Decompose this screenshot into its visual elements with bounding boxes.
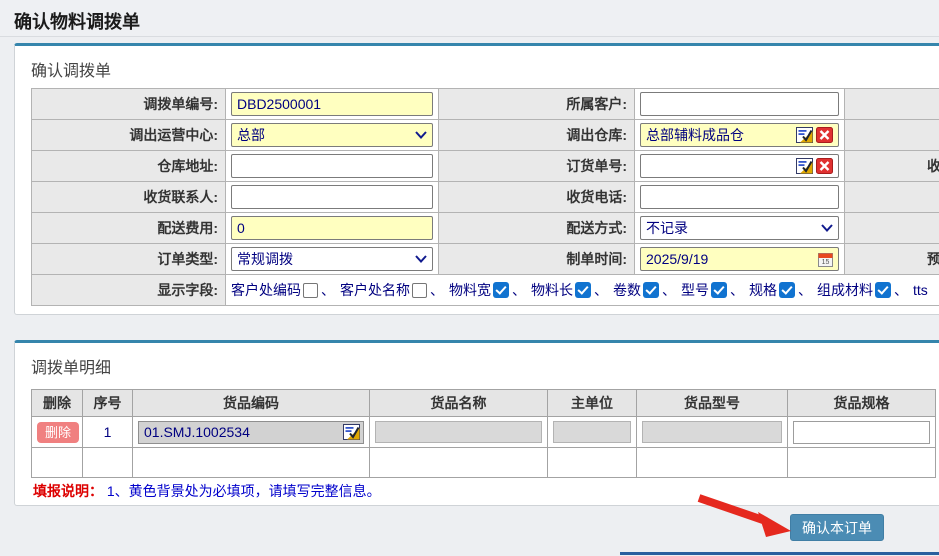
calendar-icon[interactable]: 15 [818,252,833,267]
display-fields-label: 显示字段: [32,275,226,306]
checkbox-material-length[interactable] [575,282,591,298]
col-item-model: 货品型号 [637,390,788,417]
out-warehouse-field[interactable]: 总部辅料成品仓 [640,123,839,147]
checkbox-model[interactable] [711,282,727,298]
detail-section-title: 调拨单明细 [15,343,939,378]
chevron-down-icon [415,131,427,139]
order-type-select[interactable]: 常规调拨 [231,247,433,271]
lookup-icon[interactable] [796,158,813,174]
display-fields-row: 客户处编码、 客户处名称、 物料宽、 物料长、 卷数、 型号、 规格、 组成材料… [231,280,939,300]
customer-label: 所属客户: [439,89,635,120]
lookup-icon[interactable] [343,424,360,440]
page-title: 确认物料调拨单 [0,0,939,34]
create-time-field[interactable]: 2025/9/19 15 [640,247,839,271]
delivery-method-label: 配送方式: [439,213,635,244]
delivery-fee-label: 配送费用: [32,213,226,244]
clipped-checkbox-label: tts [913,282,928,298]
out-center-select[interactable]: 总部 [231,123,433,147]
delete-row-button[interactable]: 删除 [37,422,79,443]
unit-field-disabled [553,421,631,443]
col-item-code: 货品编码 [133,390,370,417]
svg-text:15: 15 [822,259,830,266]
delivery-method-select[interactable]: 不记录 [640,216,839,240]
item-model-field-disabled [642,421,782,443]
customer-input[interactable] [640,92,839,116]
checkbox-roll-count[interactable] [643,282,659,298]
item-spec-input[interactable] [793,421,930,444]
col-delete: 删除 [32,390,83,417]
item-code-field[interactable]: 01.SMJ.1002534 [138,421,364,444]
receiver-phone-label: 收货电话: [439,182,635,213]
checkbox-material-width[interactable] [493,282,509,298]
order-no-input[interactable] [231,92,433,116]
create-time-label: 制单时间: [439,244,635,275]
out-warehouse-label: 调出仓库: [439,120,635,151]
detail-table: 删除 序号 货品编码 货品名称 主单位 货品型号 货品规格 删除 1 01.SM… [31,389,936,478]
detail-row: 删除 1 01.SMJ.1002534 [32,417,936,448]
detail-header-row: 删除 序号 货品编码 货品名称 主单位 货品型号 货品规格 [32,390,936,417]
note-text: 1、黄色背景处为必填项，请填写完整信息。 [107,483,381,499]
chevron-down-icon [415,255,427,263]
col-unit: 主单位 [548,390,637,417]
row-seq: 1 [83,417,133,448]
checkbox-customer-name[interactable] [412,283,427,298]
confirm-order-panel: 确认调拨单 调拨单编号: 所属客户: 调出运营中心: 总部 调出仓库: [14,43,939,315]
confirm-order-button[interactable]: 确认本订单 [790,514,884,541]
order-type-label: 订单类型: [32,244,226,275]
checkbox-spec[interactable] [779,282,795,298]
detail-empty-row [32,448,936,478]
clear-icon[interactable] [816,127,833,143]
clipped-label-expect: 预 [845,244,939,275]
receiver-name-input[interactable] [231,185,433,209]
warehouse-address-input[interactable] [231,154,433,178]
warehouse-address-label: 仓库地址: [32,151,226,182]
confirm-section-title: 确认调拨单 [15,46,939,81]
checkbox-composition[interactable] [875,282,891,298]
order-ref-no-field[interactable] [640,154,839,178]
transfer-detail-panel: 调拨单明细 删除 序号 货品编码 货品名称 主单位 货品型号 货品规格 删除 1… [14,340,939,506]
bottom-divider [620,552,939,555]
chevron-down-icon [821,224,833,232]
receiver-name-label: 收货联系人: [32,182,226,213]
item-name-field-disabled [375,421,542,443]
order-no-label: 调拨单编号: [32,89,226,120]
out-center-label: 调出运营中心: [32,120,226,151]
delivery-fee-input[interactable] [231,216,433,240]
col-item-name: 货品名称 [370,390,548,417]
clear-icon[interactable] [816,158,833,174]
col-item-spec: 货品规格 [788,390,936,417]
fill-instructions: 填报说明： 1、黄色背景处为必填项，请填写完整信息。 [33,481,381,501]
col-seq: 序号 [83,390,133,417]
checkbox-customer-code[interactable] [303,283,318,298]
note-label: 填报说明： [33,483,103,499]
lookup-icon[interactable] [796,127,813,143]
confirm-form-table: 调拨单编号: 所属客户: 调出运营中心: 总部 调出仓库: 总部辅料成品仓 [31,88,939,306]
page-header: 确认物料调拨单 [0,0,939,37]
receiver-phone-input[interactable] [640,185,839,209]
order-ref-no-label: 订货单号: [439,151,635,182]
clipped-label-receive: 收 [845,151,939,182]
